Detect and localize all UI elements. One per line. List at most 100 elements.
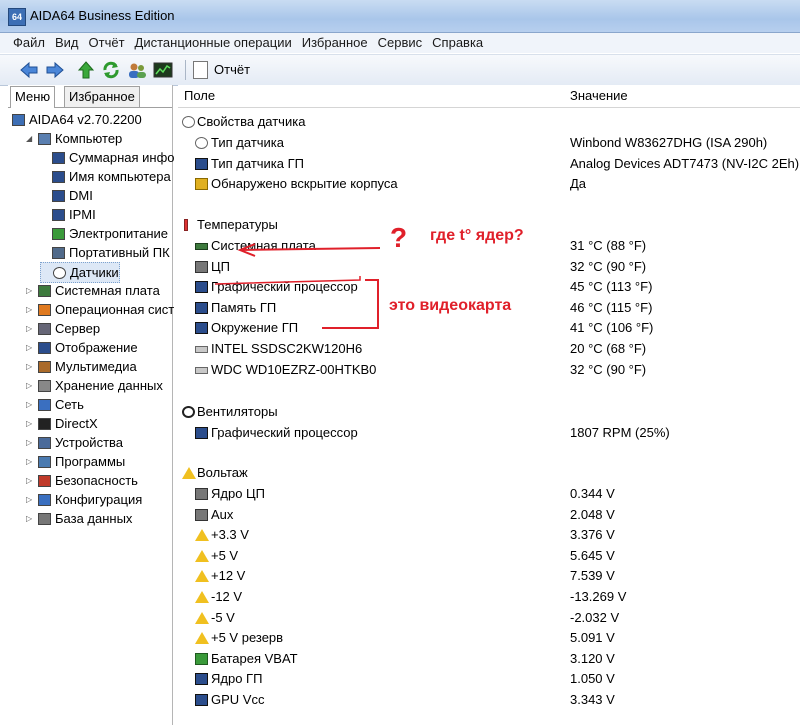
refresh-icon[interactable] bbox=[100, 59, 122, 81]
tree-item[interactable]: ▷ Отображение bbox=[26, 338, 138, 357]
tree-item[interactable]: DMI bbox=[40, 186, 93, 205]
users-icon[interactable] bbox=[126, 59, 148, 81]
tree-item[interactable]: AIDA64 v2.70.2200 bbox=[12, 110, 142, 129]
menu-favorites[interactable]: Избранное bbox=[297, 33, 373, 53]
tree-item[interactable]: ▷ DirectX bbox=[26, 414, 98, 433]
table-row[interactable]: Aux 2.048 V bbox=[178, 505, 800, 525]
column-field[interactable]: Поле bbox=[184, 88, 215, 103]
tree-item-label: Датчики bbox=[70, 265, 119, 280]
table-row[interactable]: +12 V 7.539 V bbox=[178, 566, 800, 586]
expand-icon[interactable]: ▷ bbox=[26, 362, 35, 371]
tree-item[interactable]: ▷ Устройства bbox=[26, 433, 123, 452]
expand-icon[interactable]: ▷ bbox=[26, 476, 35, 485]
tree-item[interactable]: IPMI bbox=[40, 205, 96, 224]
collapse-icon[interactable]: ◢ bbox=[26, 134, 35, 143]
table-row[interactable]: +3.3 V 3.376 V bbox=[178, 525, 800, 545]
tree-item[interactable]: ▷ Сервер bbox=[26, 319, 100, 338]
field-value: 46 °C (115 °F) bbox=[570, 299, 653, 315]
expand-icon[interactable]: ▷ bbox=[26, 286, 35, 295]
table-row[interactable]: -5 V -2.032 V bbox=[178, 608, 800, 628]
tree-item[interactable]: Электропитание bbox=[40, 224, 168, 243]
computer-icon bbox=[38, 132, 51, 145]
gpu-icon bbox=[195, 694, 208, 706]
forward-arrow-icon[interactable] bbox=[44, 59, 66, 81]
report-button[interactable]: Отчёт bbox=[193, 59, 250, 81]
tree-item[interactable]: Суммарная инфо bbox=[40, 148, 175, 167]
gpu-icon bbox=[195, 157, 208, 170]
field-value: Да bbox=[570, 176, 587, 192]
tree-item[interactable]: ▷ Системная плата bbox=[26, 281, 160, 300]
warning-icon bbox=[195, 549, 209, 562]
tree-item[interactable]: ▷ Мультимедиа bbox=[26, 357, 137, 376]
table-row[interactable]: -12 V -13.269 V bbox=[178, 587, 800, 607]
tree-item-label: Электропитание bbox=[69, 226, 168, 241]
tree-item[interactable]: Портативный ПК bbox=[40, 243, 170, 262]
section-fans[interactable]: Вентиляторы bbox=[178, 402, 800, 422]
section-title: Вентиляторы bbox=[197, 404, 278, 419]
tree-item-label: База данных bbox=[55, 511, 133, 526]
tree-item[interactable]: ▷ Сеть bbox=[26, 395, 84, 414]
expand-icon[interactable]: ▷ bbox=[26, 457, 35, 466]
tree-item[interactable]: ◢ Компьютер bbox=[26, 129, 122, 148]
tree-item[interactable]: ▷ Конфигурация bbox=[26, 490, 142, 509]
expand-icon[interactable]: ▷ bbox=[26, 324, 35, 333]
tree-item[interactable]: ▷ Хранение данных bbox=[26, 376, 163, 395]
table-row[interactable]: WDC WD10EZRZ-00HTKB0 32 °C (90 °F) bbox=[178, 360, 800, 380]
tab-favorites[interactable]: Избранное bbox=[64, 86, 140, 107]
table-row[interactable]: Тип датчика Winbond W83627DHG (ISA 290h) bbox=[178, 133, 800, 153]
table-row[interactable]: Графический процессор 1807 RPM (25%) bbox=[178, 423, 800, 443]
table-row[interactable]: Обнаружено вскрытие корпуса Да bbox=[178, 174, 800, 194]
tree-item[interactable]: ▷ Безопасность bbox=[26, 471, 138, 490]
tree-item[interactable]: Имя компьютера bbox=[40, 167, 171, 186]
table-row[interactable]: Окружение ГП 41 °C (106 °F) bbox=[178, 318, 800, 338]
table-row[interactable]: ЦП 32 °C (90 °F) bbox=[178, 257, 800, 277]
table-row[interactable]: Ядро ЦП 0.344 V bbox=[178, 484, 800, 504]
tab-menu[interactable]: Меню bbox=[10, 86, 56, 108]
tree-item[interactable]: ▷ Программы bbox=[26, 452, 125, 471]
field-value: 20 °C (68 °F) bbox=[570, 341, 647, 356]
expand-icon[interactable]: ▷ bbox=[26, 343, 35, 352]
tree-line bbox=[40, 210, 49, 219]
gpu-icon bbox=[195, 322, 208, 335]
chart-icon[interactable] bbox=[152, 59, 174, 81]
table-row[interactable]: +5 V резерв 5.091 V bbox=[178, 628, 800, 648]
section-volts[interactable]: Вольтаж bbox=[178, 463, 800, 483]
column-value[interactable]: Значение bbox=[570, 88, 628, 103]
server-icon bbox=[38, 322, 51, 335]
expand-icon[interactable]: ▷ bbox=[26, 419, 35, 428]
menu-help[interactable]: Справка bbox=[427, 33, 488, 53]
display-icon bbox=[38, 341, 51, 354]
laptop-icon bbox=[52, 246, 65, 259]
field-name: +5 V bbox=[211, 547, 239, 563]
back-arrow-icon[interactable] bbox=[18, 59, 40, 81]
expand-icon[interactable]: ▷ bbox=[26, 514, 35, 523]
table-row[interactable]: +5 V 5.645 V bbox=[178, 546, 800, 566]
expand-icon[interactable]: ▷ bbox=[26, 495, 35, 504]
field-name: Системная плата bbox=[211, 238, 316, 253]
table-row[interactable]: Графический процессор 45 °C (113 °F) bbox=[178, 277, 800, 297]
menu-service[interactable]: Сервис bbox=[373, 33, 428, 53]
gpu-icon bbox=[195, 281, 208, 294]
tree-line bbox=[40, 153, 49, 162]
expand-icon[interactable]: ▷ bbox=[26, 381, 35, 390]
menu-file[interactable]: Файл bbox=[8, 33, 50, 53]
expand-icon[interactable]: ▷ bbox=[26, 400, 35, 409]
menu-remote[interactable]: Дистанционные операции bbox=[130, 33, 297, 53]
section-props[interactable]: Свойства датчика bbox=[178, 112, 800, 132]
tree-item[interactable]: ▷ База данных bbox=[26, 509, 132, 528]
battery-icon bbox=[195, 652, 208, 665]
table-row[interactable]: GPU Vcc 3.343 V bbox=[178, 690, 800, 710]
table-row[interactable]: Батарея VBAT 3.120 V bbox=[178, 649, 800, 669]
sensor-icon bbox=[53, 266, 66, 279]
thermometer-icon bbox=[184, 219, 188, 231]
expand-icon[interactable]: ▷ bbox=[26, 438, 35, 447]
expand-icon[interactable]: ▷ bbox=[26, 305, 35, 314]
tree-item[interactable]: Датчики bbox=[40, 262, 120, 283]
up-arrow-icon[interactable] bbox=[75, 59, 97, 81]
menu-view[interactable]: Вид bbox=[50, 33, 84, 53]
table-row[interactable]: Тип датчика ГП Analog Devices ADT7473 (NV… bbox=[178, 154, 800, 174]
table-row[interactable]: Ядро ГП 1.050 V bbox=[178, 669, 800, 689]
tree-item[interactable]: ▷ Операционная сист bbox=[26, 300, 174, 319]
menu-report[interactable]: Отчёт bbox=[84, 33, 130, 53]
table-row[interactable]: INTEL SSDSC2KW120H6 20 °C (68 °F) bbox=[178, 339, 800, 359]
